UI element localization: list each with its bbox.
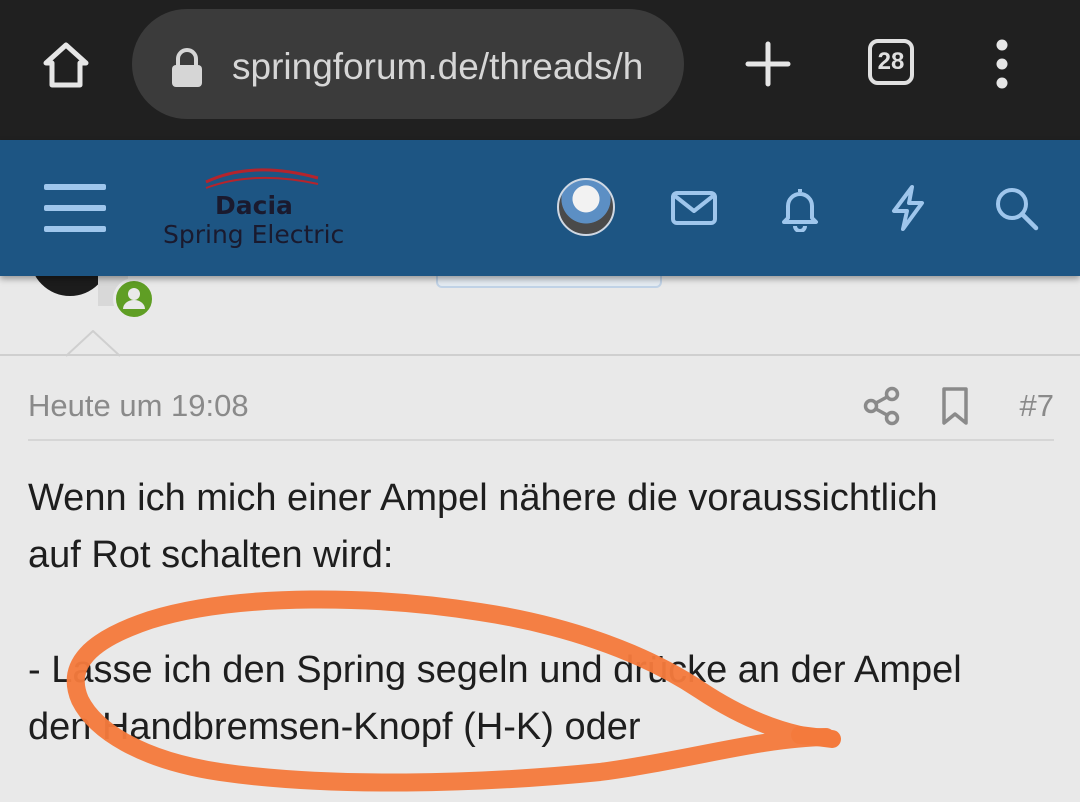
site-logo[interactable]: Dacia Spring Electric xyxy=(158,158,368,258)
url-text: springforum.de/threads/h xyxy=(232,46,644,87)
post-number-link[interactable]: #7 xyxy=(1020,387,1054,425)
avatar[interactable] xyxy=(557,178,615,236)
share-icon[interactable] xyxy=(862,386,902,426)
post-text-line: - Lasse ich den Spring segeln und drücke… xyxy=(28,649,962,691)
tab-switcher-button[interactable]: 28 xyxy=(868,39,914,85)
lock-icon xyxy=(172,48,202,87)
more-vertical-icon[interactable] xyxy=(992,38,1012,90)
post-text-line: Wenn ich mich einer Ampel nähere die vor… xyxy=(28,477,938,519)
search-icon[interactable] xyxy=(992,184,1040,232)
post-body: Wenn ich mich einer Ampel nähere die vor… xyxy=(28,470,1048,756)
browser-toolbar: springforum.de/threads/h 28 xyxy=(0,0,1080,140)
online-status-icon xyxy=(113,278,155,320)
plus-icon[interactable] xyxy=(744,40,792,88)
lightning-icon[interactable] xyxy=(884,184,932,232)
hamburger-menu-icon[interactable] xyxy=(44,182,106,234)
logo-brand: Dacia xyxy=(215,191,293,220)
post-timestamp[interactable]: Heute um 19:08 xyxy=(28,387,249,425)
logo-roof xyxy=(205,168,319,189)
forum-header: Dacia Spring Electric xyxy=(0,140,1080,276)
address-bar[interactable]: springforum.de/threads/h xyxy=(132,9,684,119)
meta-divider xyxy=(28,439,1054,441)
mail-icon[interactable] xyxy=(670,184,718,232)
post-meta: Heute um 19:08 #7 xyxy=(28,380,1054,436)
bookmark-icon[interactable] xyxy=(938,386,972,426)
post-text-line: auf Rot schalten wird: xyxy=(28,534,394,576)
bell-icon[interactable] xyxy=(776,184,824,232)
post-pointer xyxy=(66,330,120,357)
home-icon[interactable] xyxy=(38,36,94,92)
post-text-line: den Handbremsen-Knopf (H-K) oder xyxy=(28,706,641,748)
previous-post-footer xyxy=(0,236,1080,356)
divider xyxy=(0,354,1080,356)
logo-subtitle: Spring Electric xyxy=(163,220,345,249)
